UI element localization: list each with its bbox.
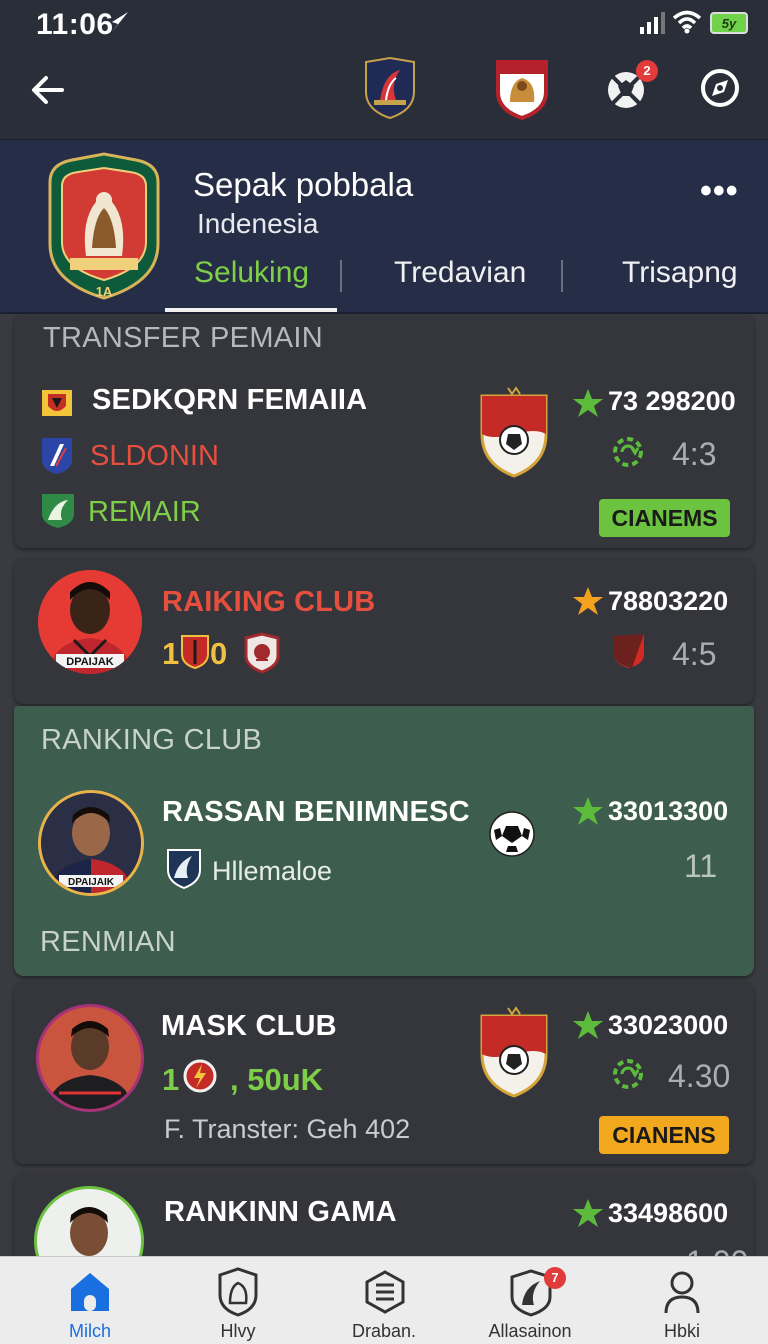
battery-label: 5y xyxy=(721,15,737,31)
transfer-card[interactable]: TRANSFER PEMAIN SEDKQRN FEMAIIA SLDONIN … xyxy=(14,314,754,548)
status-bar: 11:06 5y xyxy=(0,0,768,50)
club-crest-ball-icon xyxy=(480,386,548,478)
match-score: 11 xyxy=(684,848,718,884)
club-name: RANKINN GAMA xyxy=(164,1196,397,1228)
transfer-note: F. Transter: Geh 402 xyxy=(164,1114,411,1144)
rank-digit-suffix: 0 xyxy=(210,636,228,671)
battery-icon: 5y xyxy=(710,12,748,34)
match-score: 4:3 xyxy=(672,436,717,472)
nav-item-hlvy[interactable]: Hlvy xyxy=(178,1257,298,1344)
club-shield-red-icon xyxy=(614,634,644,668)
active-tab-indicator xyxy=(165,308,337,312)
club-shield-dark-icon xyxy=(167,849,201,890)
club-header: 1A Sepak pobbala Indenesia ••• Seluking … xyxy=(0,140,768,314)
club-shield-green-icon xyxy=(42,494,74,528)
club-crest-large-icon: 1A xyxy=(48,152,160,300)
back-arrow-icon[interactable] xyxy=(26,68,70,112)
svg-text:1A: 1A xyxy=(96,284,113,299)
nav-item-allasainon[interactable]: 7 Allasainon xyxy=(470,1257,590,1344)
club-shield-blue-icon xyxy=(42,438,72,474)
tab-trisapng[interactable]: Trisapng xyxy=(622,256,738,290)
club-crest-navy-icon[interactable] xyxy=(360,56,420,120)
nav-label: Hlvy xyxy=(220,1321,256,1341)
notification-badge: 2 xyxy=(636,60,658,82)
mask-club-card[interactable]: MASK CLUB 1 , 50uK F. Transter: Geh 402 … xyxy=(14,982,754,1164)
crest-icon xyxy=(218,1267,258,1317)
nav-label: Allasainon xyxy=(488,1321,572,1341)
bottom-navigation: Milch Hlvy Draban. 7 Allasainon Hbki xyxy=(0,1256,768,1344)
section-label: TRANSFER PEMAIN xyxy=(43,322,324,354)
soccer-ball-icon xyxy=(489,811,535,857)
shield-icon xyxy=(181,635,209,670)
jersey-label: DPAIJAIK xyxy=(68,877,115,888)
match-score: 4.30 xyxy=(668,1058,731,1094)
club-name: RAIKING CLUB xyxy=(162,586,376,618)
refresh-gear-icon xyxy=(613,1059,643,1089)
section-label: RANKING CLUB xyxy=(41,724,263,756)
ranking-card[interactable]: DPAIJAK RAIKING CLUB 1 0 78803220 4:5 xyxy=(14,558,754,704)
page-subtitle: Indenesia xyxy=(197,208,319,239)
star-icon xyxy=(573,1011,603,1039)
from-club-label: SLDONIN xyxy=(90,440,219,472)
club-name: MASK CLUB xyxy=(161,1010,337,1042)
tab-seluking[interactable]: Seluking xyxy=(194,256,309,290)
club-points: 33498600 xyxy=(608,1198,729,1228)
match-score: 4:5 xyxy=(672,636,717,672)
action-button[interactable]: CIANENS xyxy=(599,1116,729,1154)
to-club-label: REMAIR xyxy=(88,496,201,528)
list-icon xyxy=(365,1270,405,1314)
more-options-button[interactable]: ••• xyxy=(700,172,739,211)
nav-item-hbki[interactable]: Hbki xyxy=(622,1257,742,1344)
transfer-value: 73 298200 xyxy=(608,386,736,416)
star-icon xyxy=(573,587,603,615)
club-label: Hllemaloe xyxy=(212,856,333,886)
home-icon xyxy=(71,1273,109,1311)
player-name: SEDKQRN FEMAIIA xyxy=(92,384,368,416)
player-avatar: DPAIJAIK xyxy=(38,790,144,896)
status-time: 11:06 xyxy=(36,8,114,41)
cellular-signal-icon xyxy=(640,12,665,34)
nav-label: Hbki xyxy=(663,1321,700,1341)
club-crest-small-icon xyxy=(244,632,280,674)
rank-digit: 1 xyxy=(162,1062,180,1097)
club-points: 33023000 xyxy=(608,1010,729,1040)
lightning-badge-icon xyxy=(183,1059,217,1093)
nav-item-milch[interactable]: Milch xyxy=(30,1257,150,1344)
star-icon xyxy=(573,1199,603,1227)
club-points: 78803220 xyxy=(608,586,729,616)
player-avatar: DPAIJAK xyxy=(38,570,142,674)
wifi-icon xyxy=(672,10,702,34)
action-button[interactable]: CIANEMS xyxy=(599,499,730,537)
nav-label: Draban. xyxy=(351,1321,417,1341)
refresh-gear-icon xyxy=(613,437,643,467)
club-crest-red-icon[interactable] xyxy=(492,56,552,120)
nav-label: Milch xyxy=(68,1321,111,1341)
club-badge-icon xyxy=(42,390,72,416)
compass-icon[interactable] xyxy=(696,64,744,112)
nav-item-draban[interactable]: Draban. xyxy=(324,1257,444,1344)
tab-divider xyxy=(340,260,342,292)
top-app-bar: 11:06 5y 2 xyxy=(0,0,768,140)
player-avatar xyxy=(36,1004,144,1112)
tab-divider xyxy=(561,260,563,292)
rank-digit: 1 xyxy=(162,636,180,671)
star-icon xyxy=(573,389,603,417)
location-arrow-icon xyxy=(112,12,128,32)
club-crest-ball-icon xyxy=(480,1006,548,1098)
club-points: 33013300 xyxy=(608,796,729,826)
nav-badge: 7 xyxy=(544,1267,566,1289)
star-icon xyxy=(573,797,603,825)
profile-icon xyxy=(664,1271,700,1314)
tab-tredavian[interactable]: Tredavian xyxy=(394,256,526,290)
ranking-club-card[interactable]: RANKING CLUB DPAIJAIK RASSAN BENIMNESC H… xyxy=(14,706,754,976)
transfer-fee: , 50uK xyxy=(230,1062,324,1097)
jersey-label: DPAIJAK xyxy=(66,656,114,668)
page-title: Sepak pobbala xyxy=(193,166,414,203)
footer-label: RENMIAN xyxy=(40,926,176,958)
player-name: RASSAN BENIMNESC xyxy=(162,796,470,828)
